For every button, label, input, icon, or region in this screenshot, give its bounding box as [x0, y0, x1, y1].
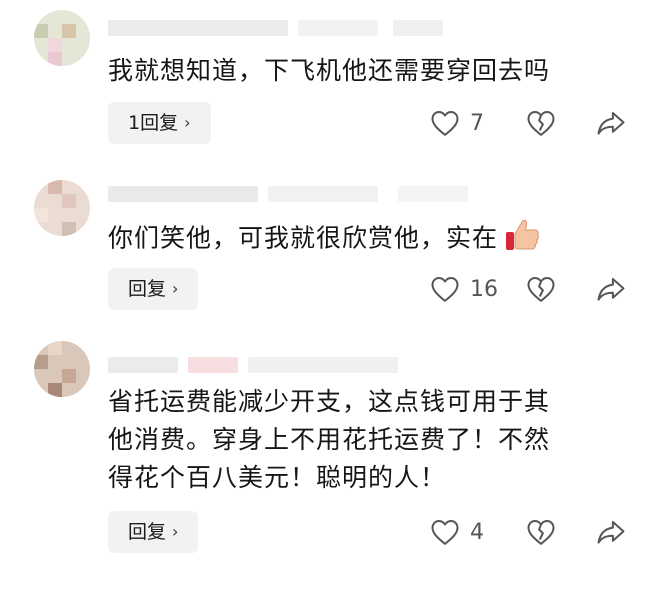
avatar-blurred[interactable]: [34, 10, 90, 66]
dislike-button[interactable]: [526, 518, 556, 546]
chevron-right-icon: ›: [172, 522, 179, 541]
chevron-right-icon: ›: [184, 113, 191, 132]
username-time-blurred: [108, 353, 468, 375]
heart-outline-icon: [431, 520, 459, 545]
reply-label: 回复: [128, 521, 167, 543]
like-count: 4: [470, 519, 484, 545]
comment-text-body: 你们笑他，可我就很欣赏他，实在: [108, 223, 499, 253]
comment-text: 省托运费能减少开支，这点钱可用于其 他消费。穿身上不用花托运费了！不然 得花个百…: [108, 383, 628, 497]
comment-text: 你们笑他，可我就很欣赏他，实在: [108, 214, 628, 265]
share-arrow-icon: [597, 521, 625, 544]
comment-3: 省托运费能减少开支，这点钱可用于其 他消费。穿身上不用花托运费了！不然 得花个百…: [0, 335, 660, 590]
comment-text: 我就想知道，下飞机他还需要穿回去吗: [108, 56, 551, 85]
chevron-right-icon: ›: [172, 279, 179, 298]
like-count: 7: [470, 110, 484, 136]
comment-actions: 7: [430, 102, 626, 144]
comment-line: 省托运费能减少开支，这点钱可用于其: [108, 387, 551, 416]
username-time-blurred: [108, 182, 468, 204]
reply-label: 回复: [128, 278, 167, 300]
share-button[interactable]: [596, 109, 626, 137]
reply-button[interactable]: 回复 ›: [108, 268, 199, 310]
like-count: 16: [470, 276, 498, 302]
comment-line: 他消费。穿身上不用花托运费了！不然: [108, 425, 551, 454]
heart-outline-icon: [431, 277, 459, 302]
thumbs-up-emoji: [502, 214, 542, 265]
broken-heart-icon: [527, 277, 555, 302]
share-button[interactable]: [596, 518, 626, 546]
reply-button[interactable]: 回复 ›: [108, 511, 199, 553]
like-button[interactable]: 16: [430, 275, 500, 303]
share-arrow-icon: [597, 112, 625, 135]
username-time-blurred: [108, 16, 468, 38]
comment-1: 我就想知道，下飞机他还需要穿回去吗 1回复 › 7: [0, 0, 660, 160]
comment-actions: 4: [430, 511, 626, 553]
heart-outline-icon: [431, 111, 459, 136]
avatar-blurred[interactable]: [34, 180, 90, 236]
like-button[interactable]: 4: [430, 518, 500, 546]
avatar-blurred[interactable]: [34, 341, 90, 397]
comment-2: 你们笑他，可我就很欣赏他，实在 回复 › 16: [0, 170, 660, 330]
share-button[interactable]: [596, 275, 626, 303]
like-button[interactable]: 7: [430, 109, 500, 137]
dislike-button[interactable]: [526, 109, 556, 137]
reply-label: 1回复: [128, 112, 179, 134]
broken-heart-icon: [527, 520, 555, 545]
share-arrow-icon: [597, 278, 625, 301]
reply-button[interactable]: 1回复 ›: [108, 102, 211, 144]
comment-line: 得花个百八美元！聪明的人！: [108, 463, 447, 492]
dislike-button[interactable]: [526, 275, 556, 303]
comment-actions: 16: [430, 268, 626, 310]
broken-heart-icon: [527, 111, 555, 136]
